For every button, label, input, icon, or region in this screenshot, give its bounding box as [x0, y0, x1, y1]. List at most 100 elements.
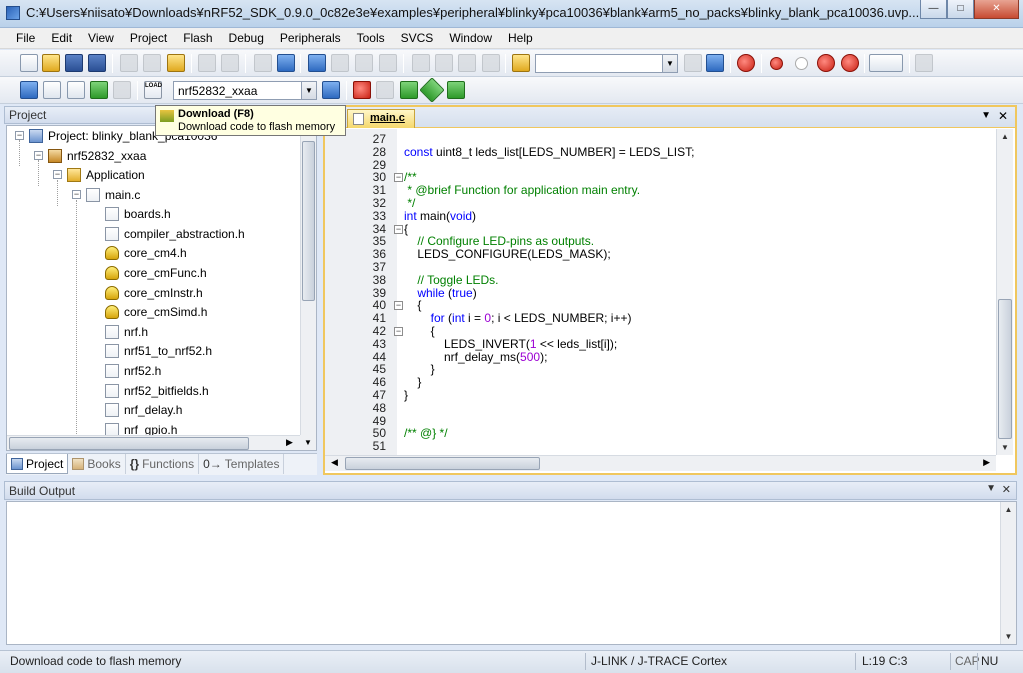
open-file-icon[interactable] — [42, 54, 60, 72]
debug-session-icon[interactable] — [737, 54, 755, 72]
disable-breakpoint-icon[interactable] — [795, 57, 808, 70]
menu-debug[interactable]: Debug — [221, 28, 272, 48]
scroll-down-icon[interactable]: ▼ — [1001, 629, 1016, 644]
code-line[interactable]: 45 } — [325, 363, 996, 376]
menu-project[interactable]: Project — [122, 28, 175, 48]
clear-bookmarks-icon[interactable] — [379, 54, 397, 72]
scroll-right-icon[interactable]: ▶ — [983, 457, 990, 468]
code-line[interactable]: 46 } — [325, 376, 996, 389]
close-icon[interactable]: ✕ — [1002, 483, 1011, 496]
prev-bookmark-icon[interactable] — [331, 54, 349, 72]
save-all-icon[interactable] — [88, 54, 106, 72]
find-combo[interactable]: ▼ — [535, 54, 678, 73]
tree-node-main-c[interactable]: − main.c — [72, 185, 140, 204]
code-area[interactable]: 27 28 const uint8_t leds_list[LEDS_NUMBER]… — [325, 129, 996, 455]
menu-peripherals[interactable]: Peripherals — [272, 28, 349, 48]
chevron-down-icon[interactable]: ▼ — [662, 55, 677, 72]
collapse-icon[interactable]: − — [34, 151, 43, 160]
save-icon[interactable] — [65, 54, 83, 72]
bookmark-icon[interactable] — [308, 54, 326, 72]
menu-flash[interactable]: Flash — [175, 28, 220, 48]
cut-icon[interactable] — [120, 54, 138, 72]
menu-edit[interactable]: Edit — [43, 28, 80, 48]
menu-svcs[interactable]: SVCS — [393, 28, 442, 48]
scroll-down-icon[interactable]: ▼ — [300, 435, 316, 450]
fold-icon[interactable]: − — [394, 327, 403, 336]
tree-node-target[interactable]: − nrf52832_xxaa — [34, 146, 146, 165]
tree-node-header[interactable]: core_cm4.h — [105, 243, 187, 262]
tab-books[interactable]: Books — [68, 454, 126, 474]
disable-all-breakpoints-icon[interactable] — [841, 54, 859, 72]
find-in-files-icon[interactable] — [512, 54, 530, 72]
window-layout-icon[interactable] — [869, 54, 903, 72]
tree-node-header[interactable]: core_cmInstr.h — [105, 283, 203, 302]
tab-templates[interactable]: 0→ Templates — [199, 454, 285, 474]
minimize-button[interactable]: — — [920, 0, 947, 19]
build-output-area[interactable]: ▲ ▼ — [6, 501, 1017, 645]
code-line[interactable]: 31 * @brief Function for application mai… — [325, 184, 996, 197]
run-time-environment-icon[interactable] — [447, 81, 465, 99]
tree-node-header[interactable]: core_cmSimd.h — [105, 302, 207, 321]
tab-main-c[interactable]: main.c — [347, 109, 415, 128]
tree-node-application[interactable]: − Application — [53, 165, 145, 184]
project-vertical-scrollbar[interactable]: ▲ — [300, 126, 316, 435]
tab-list-dropdown-icon[interactable]: ▼ — [981, 110, 991, 121]
incremental-find-icon[interactable] — [706, 54, 724, 72]
uncomment-icon[interactable] — [482, 54, 500, 72]
indent-icon[interactable] — [412, 54, 430, 72]
breakpoint-icon[interactable] — [770, 57, 783, 70]
target-select[interactable]: nrf52832_xxaa ▼ — [173, 81, 317, 100]
code-line[interactable]: 29 — [325, 158, 996, 172]
manage-components-icon[interactable] — [400, 81, 418, 99]
close-button[interactable]: ✕ — [974, 0, 1019, 19]
menu-tools[interactable]: Tools — [349, 28, 393, 48]
copy-icon[interactable] — [143, 54, 161, 72]
menu-file[interactable]: File — [8, 28, 43, 48]
editor-horizontal-scrollbar[interactable]: ◀ ▶ — [325, 455, 996, 471]
maximize-button[interactable]: □ — [947, 0, 974, 19]
tab-functions[interactable]: {} Functions — [126, 454, 200, 474]
code-line[interactable]: 48 — [325, 401, 996, 415]
code-line[interactable]: 39 while (true) — [325, 286, 996, 300]
find-icon[interactable] — [684, 54, 702, 72]
code-line[interactable]: 33 int main(void) — [325, 209, 996, 223]
tree-node-header[interactable]: nrf52_bitfields.h — [105, 381, 209, 400]
configure-icon[interactable] — [915, 54, 933, 72]
fold-icon[interactable]: − — [394, 224, 403, 234]
batch-build-icon[interactable] — [90, 81, 108, 99]
menu-help[interactable]: Help — [500, 28, 541, 48]
scrollbar-thumb[interactable] — [345, 457, 540, 470]
tree-node-header[interactable]: nrf.h — [105, 322, 148, 341]
scroll-up-icon[interactable]: ▲ — [1001, 502, 1016, 517]
pin-icon[interactable]: ▼ — [986, 483, 996, 494]
tree-node-header[interactable]: nrf52.h — [105, 361, 161, 380]
scrollbar-thumb[interactable] — [998, 299, 1012, 439]
build-output-scrollbar[interactable]: ▲ ▼ — [1000, 502, 1016, 644]
menu-view[interactable]: View — [80, 28, 122, 48]
code-line[interactable]: 28 const uint8_t leds_list[LEDS_NUMBER] =… — [325, 145, 996, 159]
code-line[interactable]: 36 LEDS_CONFIGURE(LEDS_MASK); — [325, 248, 996, 261]
close-tab-icon[interactable]: ✕ — [998, 109, 1008, 123]
target-options-icon[interactable] — [322, 81, 340, 99]
build-icon[interactable] — [43, 81, 61, 99]
code-line[interactable]: 51 — [325, 440, 996, 453]
scrollbar-thumb[interactable] — [9, 437, 249, 450]
navigate-back-icon[interactable] — [254, 54, 272, 72]
undo-icon[interactable] — [198, 54, 216, 72]
new-file-icon[interactable] — [20, 54, 38, 72]
scroll-right-icon[interactable]: ▶ — [286, 437, 293, 448]
collapse-icon[interactable]: − — [72, 190, 81, 199]
chevron-down-icon[interactable]: ▼ — [301, 82, 316, 99]
stop-build-icon[interactable] — [113, 81, 131, 99]
tree-node-header[interactable]: boards.h — [105, 204, 171, 223]
code-line[interactable]: 50/** @} */ — [325, 427, 996, 440]
paste-icon[interactable] — [167, 54, 185, 72]
fold-icon[interactable]: − — [394, 173, 403, 183]
unindent-icon[interactable] — [435, 54, 453, 72]
project-horizontal-scrollbar[interactable]: ▶ — [7, 435, 300, 450]
load-icon[interactable]: LOAD — [144, 81, 162, 99]
tree-node-header[interactable]: nrf51_to_nrf52.h — [105, 341, 212, 360]
select-packs-icon[interactable] — [376, 81, 394, 99]
next-bookmark-icon[interactable] — [355, 54, 373, 72]
manage-project-items-icon[interactable] — [353, 81, 371, 99]
